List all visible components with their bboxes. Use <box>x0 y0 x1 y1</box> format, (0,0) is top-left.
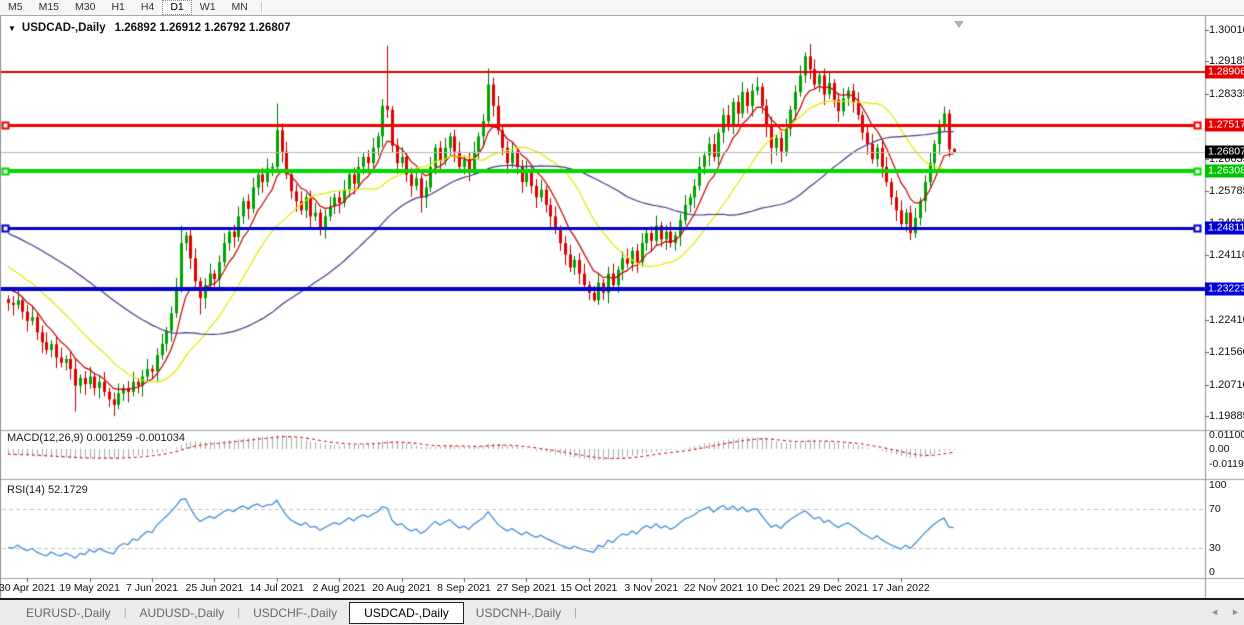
macd-axis-label: 0.00 <box>1209 443 1244 455</box>
tab-separator: | <box>573 607 578 619</box>
rsi-axis-label: 100 <box>1209 479 1244 491</box>
date-tick-label: 25 Jun 2021 <box>185 582 243 594</box>
date-tick-label: 10 Dec 2021 <box>746 582 806 594</box>
tab-scroll-left-icon[interactable]: ◄ <box>1210 606 1219 618</box>
price-level-badge: 1.27517 <box>1205 119 1244 132</box>
symbol-tab-usdcnh[interactable]: USDCNH-,Daily <box>464 603 573 623</box>
date-tick-label: 8 Sep 2021 <box>437 582 491 594</box>
timeframe-button-m30[interactable]: M30 <box>67 0 103 15</box>
price-tick-label: 1.19885 <box>1209 410 1244 422</box>
date-tick-label: 17 Jan 2022 <box>872 582 930 594</box>
price-level-badge: 1.28906 <box>1205 66 1244 79</box>
macd-indicator-label: MACD(12,26,9) 0.001259 -0.001034 <box>7 432 185 444</box>
macd-axis-label: -0.011900 <box>1209 458 1244 470</box>
trading-terminal-window: M5M15M30H1H4D1W1MN ▼ USDCAD-,Daily 1.268… <box>0 0 1244 625</box>
timeframe-button-w1[interactable]: W1 <box>192 0 224 15</box>
chart-header: ▼ USDCAD-,Daily 1.26892 1.26912 1.26792 … <box>8 22 291 34</box>
macd-axis-label: 0.011009 <box>1209 429 1244 441</box>
date-tick-label: 14 Jul 2021 <box>250 582 304 594</box>
date-tick-label: 19 May 2021 <box>59 582 120 594</box>
price-tick-label: 1.25785 <box>1209 185 1244 197</box>
rsi-axis-label: 30 <box>1209 542 1244 554</box>
tab-scroll-right-icon[interactable]: ► <box>1231 606 1240 618</box>
date-tick-label: 27 Sep 2021 <box>497 582 557 594</box>
date-tick-label: 20 Aug 2021 <box>372 582 431 594</box>
timeframe-button-m15[interactable]: M15 <box>31 0 67 15</box>
toolbar-separator <box>261 2 263 13</box>
price-tick-label: 1.22410 <box>1209 314 1244 326</box>
timeframe-button-d1[interactable]: D1 <box>162 0 191 15</box>
rsi-axis-label: 0 <box>1209 566 1244 578</box>
symbol-tab-usdchf[interactable]: USDCHF-,Daily <box>241 603 349 623</box>
price-tick-label: 1.21560 <box>1209 346 1244 358</box>
timeframe-button-h1[interactable]: H1 <box>103 0 132 15</box>
price-tick-label: 1.30010 <box>1209 24 1244 36</box>
price-level-badge: 1.24811 <box>1205 222 1244 235</box>
time-axis[interactable]: 30 Apr 202119 May 2021 7 Jun 2021 25 Jun 2… <box>0 578 1205 598</box>
date-tick-label: 3 Nov 2021 <box>624 582 678 594</box>
timeframe-toolbar: M5M15M30H1H4D1W1MN <box>0 0 1244 16</box>
date-tick-label: 22 Nov 2021 <box>684 582 744 594</box>
price-tick-label: 1.24110 <box>1209 249 1244 261</box>
price-axis[interactable]: 1.300101.291851.283351.274851.266351.257… <box>1205 16 1244 598</box>
timeframe-button-m5[interactable]: M5 <box>0 0 31 15</box>
timeframe-button-h4[interactable]: H4 <box>133 0 162 15</box>
symbol-tab-eurusd[interactable]: EURUSD-,Daily <box>14 603 123 623</box>
date-tick-label: 29 Dec 2021 <box>809 582 869 594</box>
price-tick-label: 1.20710 <box>1209 379 1244 391</box>
rsi-axis-label: 70 <box>1209 503 1244 515</box>
collapse-arrow-icon[interactable]: ▼ <box>8 24 16 33</box>
symbol-tab-usdcad[interactable]: USDCAD-,Daily <box>349 602 464 624</box>
date-tick-label: 15 Oct 2021 <box>560 582 617 594</box>
timeframe-button-mn[interactable]: MN <box>224 0 256 15</box>
ohlc-values: 1.26892 1.26912 1.26792 1.26807 <box>115 22 291 34</box>
date-tick-label: 7 Jun 2021 <box>126 582 178 594</box>
rsi-indicator-label: RSI(14) 52.1729 <box>7 484 88 496</box>
date-tick-label: 2 Aug 2021 <box>313 582 366 594</box>
price-chart-canvas[interactable] <box>0 0 1244 625</box>
symbol-tab-bar: EURUSD-,Daily|AUDUSD-,Daily|USDCHF-,Dail… <box>0 598 1244 625</box>
date-tick-label: 30 Apr 2021 <box>0 582 56 594</box>
price-level-badge: 1.23223 <box>1205 282 1244 295</box>
price-level-badge: 1.26807 <box>1205 146 1244 159</box>
price-tick-label: 1.28335 <box>1209 88 1244 100</box>
chart-symbol-label: USDCAD-,Daily <box>22 22 106 34</box>
symbol-tab-audusd[interactable]: AUDUSD-,Daily <box>128 603 237 623</box>
price-level-badge: 1.26308 <box>1205 165 1244 178</box>
chart-shift-marker-icon[interactable] <box>954 21 964 28</box>
